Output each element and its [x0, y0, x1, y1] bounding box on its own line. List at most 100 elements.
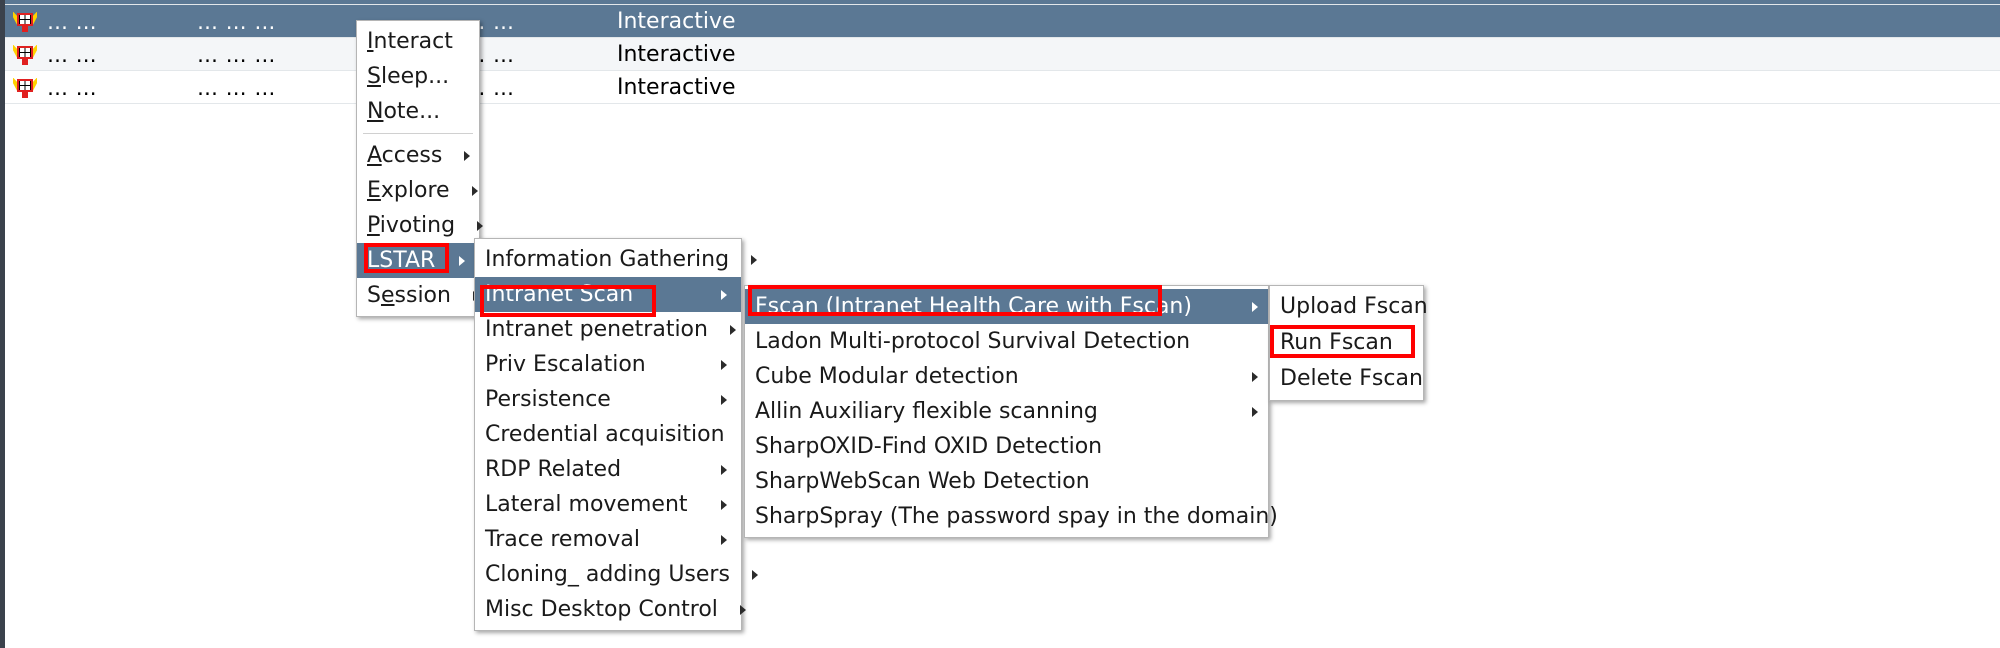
chevron-right-icon	[459, 255, 465, 266]
menu-item-label: Run Fscan	[1280, 330, 1393, 355]
cell-last: Interactive	[617, 75, 736, 100]
menu-item-label: Credential acquisition	[485, 422, 725, 447]
chevron-right-icon	[721, 534, 727, 545]
menu-item-label: RDP Related	[485, 457, 622, 482]
beacon-monitor-icon	[13, 44, 37, 66]
menu-item-note[interactable]: Note...	[357, 94, 479, 129]
menu-item-ladon[interactable]: Ladon Multi-protocol Survival Detection	[745, 324, 1268, 359]
chevron-right-icon	[721, 464, 727, 475]
menu-item-credential-acquisition[interactable]: Credential acquisition	[475, 417, 753, 452]
menu-item-lateral-movement[interactable]: Lateral movement	[475, 487, 741, 522]
beacon-glyph-icon	[20, 14, 30, 24]
menu-item-label: SharpSpray (The password spay in the dom…	[755, 504, 1278, 529]
menu-item-intranet-scan[interactable]: Intranet Scan	[475, 277, 741, 312]
chevron-right-icon	[721, 289, 727, 300]
menu-item-label: Intranet Scan	[485, 282, 634, 307]
menu-item-label: Misc Desktop Control	[485, 597, 718, 622]
menu-item-label: Session	[367, 283, 451, 308]
table-row[interactable]: … … … … … … … … … Interactive	[5, 38, 2000, 71]
menu-item-sharpspray[interactable]: SharpSpray (The password spay in the dom…	[745, 499, 1278, 534]
menu-item-misc-desktop-control[interactable]: Misc Desktop Control	[475, 592, 746, 627]
chevron-right-icon	[464, 150, 471, 161]
menu-item-run-fscan[interactable]: Run Fscan	[1270, 325, 1423, 361]
menu-item-sharpwebscan[interactable]: SharpWebScan Web Detection	[745, 464, 1268, 499]
chevron-right-icon	[721, 359, 727, 370]
chevron-right-icon	[721, 499, 727, 510]
table-row[interactable]: … … … … … … … … … Interactive	[5, 71, 2000, 104]
menu-item-label: SharpOXID-Find OXID Detection	[755, 434, 1103, 459]
menu-item-fscan[interactable]: Fscan (Intranet Health Care with Fscan)	[745, 289, 1268, 324]
cell-last: Interactive	[617, 42, 736, 67]
menu-item-label: Persistence	[485, 387, 611, 412]
cell-internal-ip: … …	[47, 9, 98, 34]
beacon-stand-icon	[22, 58, 28, 65]
beacon-glyph-icon	[20, 47, 30, 57]
beacon-context-menu: Interact Sleep... Note... Access Explore…	[356, 20, 484, 317]
menu-item-delete-fscan[interactable]: Delete Fscan	[1270, 361, 1423, 397]
chevron-right-icon	[721, 394, 727, 405]
menu-item-information-gathering[interactable]: Information Gathering	[475, 242, 758, 277]
table-row[interactable]: … … … … … … … … … Interactive	[5, 5, 2000, 38]
menu-item-persistence[interactable]: Persistence	[475, 382, 741, 417]
menu-item-intranet-penetration[interactable]: Intranet penetration	[475, 312, 741, 347]
menu-item-label: Sleep...	[367, 64, 450, 89]
fscan-submenu: Upload Fscan Run Fscan Delete Fscan	[1269, 285, 1428, 401]
menu-item-pivoting[interactable]: Pivoting	[357, 208, 484, 243]
menu-item-label: SharpWebScan Web Detection	[755, 469, 1090, 494]
menu-item-priv-escalation[interactable]: Priv Escalation	[475, 347, 741, 382]
chevron-right-icon	[477, 220, 484, 231]
chevron-right-icon	[751, 569, 758, 580]
menu-item-sharpoxid[interactable]: SharpOXID-Find OXID Detection	[745, 429, 1268, 464]
menu-item-label: Cube Modular detection	[755, 364, 1019, 389]
menu-item-label: Intranet penetration	[485, 317, 708, 342]
menu-item-explore[interactable]: Explore	[357, 173, 479, 208]
menu-item-label: Ladon Multi-protocol Survival Detection	[755, 329, 1191, 354]
beacon-table: … … … … … … … … … Interactive … … … … … …	[5, 0, 2000, 110]
menu-item-label: Note...	[367, 99, 441, 124]
menu-item-label: Upload Fscan	[1280, 294, 1428, 319]
menu-item-rdp-related[interactable]: RDP Related	[475, 452, 741, 487]
cell-last: Interactive	[617, 9, 736, 34]
menu-item-sleep[interactable]: Sleep...	[357, 59, 479, 94]
menu-item-label: Fscan (Intranet Health Care with Fscan)	[755, 294, 1192, 319]
chevron-right-icon	[471, 185, 478, 196]
menu-item-label: Access	[367, 143, 443, 168]
cell-internal-ip: … …	[47, 42, 98, 67]
menu-item-cloning-adding-users[interactable]: Cloning_ adding Users	[475, 557, 758, 592]
menu-item-label: Interact	[367, 29, 453, 54]
menu-item-access[interactable]: Access	[357, 138, 479, 173]
menu-separator	[363, 133, 473, 134]
beacon-glyph-icon	[20, 80, 30, 90]
menu-item-label: Pivoting	[367, 213, 456, 238]
menu-item-label: Trace removal	[485, 527, 640, 552]
menu-item-label: Information Gathering	[485, 247, 730, 272]
menu-item-label: Allin Auxiliary flexible scanning	[755, 399, 1098, 424]
menu-item-allin-auxiliary[interactable]: Allin Auxiliary flexible scanning	[745, 394, 1268, 429]
cell-internal-ip: … …	[47, 75, 98, 100]
row-separator	[5, 103, 2000, 104]
menu-item-interact[interactable]: Interact	[357, 24, 479, 59]
beacon-monitor-icon	[13, 77, 37, 99]
menu-item-label: Cloning_ adding Users	[485, 562, 730, 587]
intranet-scan-submenu: Fscan (Intranet Health Care with Fscan) …	[744, 285, 1278, 538]
menu-item-trace-removal[interactable]: Trace removal	[475, 522, 741, 557]
chevron-right-icon	[1252, 406, 1258, 417]
menu-item-label: Priv Escalation	[485, 352, 646, 377]
menu-item-label: Explore	[367, 178, 450, 203]
menu-item-label: Delete Fscan	[1280, 366, 1423, 391]
menu-item-upload-fscan[interactable]: Upload Fscan	[1270, 289, 1428, 325]
beacon-stand-icon	[22, 91, 28, 98]
beacon-monitor-icon	[13, 11, 37, 33]
chevron-right-icon	[729, 324, 736, 335]
menu-item-lstar[interactable]: LSTAR	[357, 243, 479, 278]
chevron-right-icon	[739, 604, 746, 615]
menu-item-label: LSTAR	[367, 248, 436, 273]
chevron-right-icon	[1252, 371, 1258, 382]
menu-item-label: Lateral movement	[485, 492, 688, 517]
menu-item-session[interactable]: Session	[357, 278, 479, 313]
menu-item-cube-modular-detection[interactable]: Cube Modular detection	[745, 359, 1268, 394]
chevron-right-icon	[751, 254, 758, 265]
lstar-submenu: Information Gathering Intranet Scan Intr…	[474, 238, 758, 631]
beacon-stand-icon	[22, 25, 28, 32]
chevron-right-icon	[1252, 301, 1258, 312]
